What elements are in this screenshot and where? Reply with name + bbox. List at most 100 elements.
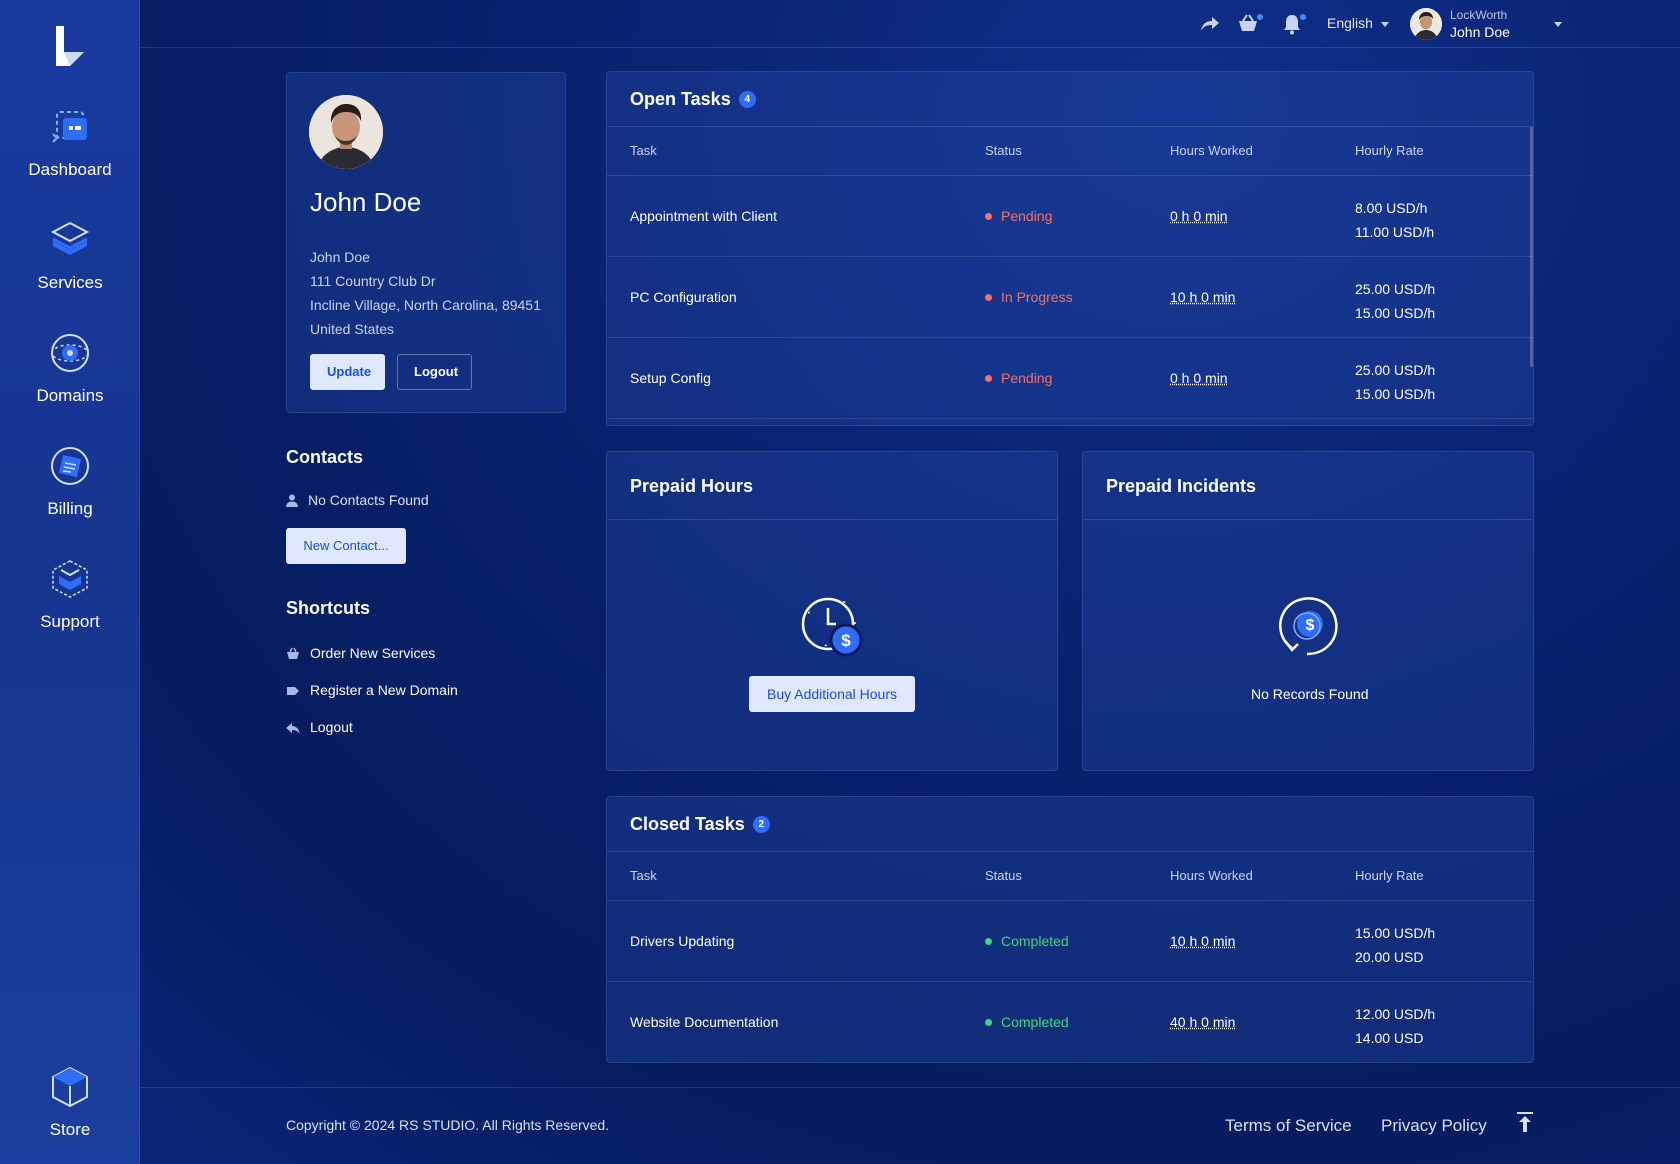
- hours-worked[interactable]: 40 h 0 min: [1170, 1014, 1235, 1030]
- task-name[interactable]: Website Documentation: [630, 1014, 778, 1030]
- status-text: Pending: [1001, 208, 1053, 224]
- prepaid-incidents-panel: Prepaid Incidents $ No Records Found: [1082, 451, 1534, 771]
- scrollbar[interactable]: [1530, 127, 1533, 367]
- basket-icon: [287, 647, 299, 659]
- sidebar-item-domains[interactable]: Domains: [0, 330, 140, 406]
- closed-tasks-header: Closed Tasks 2: [607, 797, 1533, 852]
- prepaid-hours-title: Prepaid Hours: [630, 476, 754, 496]
- column-header[interactable]: Task: [630, 143, 657, 158]
- sidebar-item-store[interactable]: Store: [0, 1064, 140, 1140]
- column-header[interactable]: Hours Worked: [1170, 868, 1253, 883]
- notification-indicator-dot: [1300, 14, 1306, 20]
- scroll-to-top-icon[interactable]: [1515, 1111, 1535, 1133]
- hourly-rate: 25.00 USD/h 15.00 USD/h: [1355, 277, 1435, 325]
- shortcut-register-domain[interactable]: Register a New Domain: [286, 682, 458, 698]
- hourly-rate: 12.00 USD/h 14.00 USD: [1355, 1002, 1435, 1050]
- hours-worked[interactable]: 0 h 0 min: [1170, 370, 1228, 386]
- status-dot: [985, 938, 992, 945]
- avatar: [309, 95, 383, 169]
- sidebar-item-services[interactable]: Services: [0, 217, 140, 293]
- logout-button[interactable]: Logout: [397, 354, 472, 390]
- prepaid-hours-panel: Prepaid Hours $ Buy Additional Hours: [606, 451, 1058, 771]
- address-line: 111 Country Club Dr: [310, 273, 436, 289]
- profile-card: John Doe John Doe 111 Country Club Dr In…: [286, 72, 566, 413]
- sidebar-item-label: Store: [49, 1120, 91, 1139]
- status-badge: In Progress: [985, 289, 1073, 305]
- status-text: Completed: [1001, 1014, 1069, 1030]
- billing-icon: [51, 447, 89, 485]
- user-name: John Doe: [1450, 24, 1510, 40]
- tag-icon: [287, 687, 299, 695]
- rate-line: 8.00 USD/h: [1355, 200, 1428, 216]
- address-line: United States: [310, 321, 395, 337]
- svg-text:$: $: [841, 631, 851, 650]
- topbar: English LockWorth John Doe: [140, 0, 1680, 48]
- shortcut-label: Register a New Domain: [310, 682, 458, 698]
- status-badge: Pending: [985, 208, 1052, 224]
- privacy-link[interactable]: Privacy Policy: [1381, 1116, 1487, 1136]
- rate-line: 11.00 USD/h: [1355, 224, 1435, 240]
- table-row[interactable]: Drivers Updating Completed 10 h 0 min 15…: [607, 901, 1533, 982]
- clock-dollar-icon: $: [801, 597, 863, 657]
- task-name[interactable]: Setup Config: [630, 370, 711, 386]
- hourly-rate: 25.00 USD/h 15.00 USD/h: [1355, 358, 1435, 406]
- user-company: LockWorth: [1450, 8, 1508, 22]
- task-name[interactable]: Drivers Updating: [630, 933, 734, 949]
- sidebar-item-label: Services: [37, 273, 103, 292]
- column-header[interactable]: Hourly Rate: [1355, 143, 1424, 158]
- avatar: [1410, 8, 1442, 40]
- count-badge: 4: [738, 91, 756, 108]
- column-header[interactable]: Hourly Rate: [1355, 868, 1424, 883]
- new-contact-button[interactable]: New Contact...: [286, 528, 406, 564]
- task-name[interactable]: PC Configuration: [630, 289, 737, 305]
- chevron-down-icon: [1554, 22, 1562, 27]
- rate-line: 15.00 USD/h: [1355, 925, 1436, 941]
- terms-link[interactable]: Terms of Service: [1225, 1116, 1352, 1136]
- table-row[interactable]: Website Documentation Completed 40 h 0 m…: [607, 982, 1533, 1062]
- table-row[interactable]: Appointment with Client Pending 0 h 0 mi…: [607, 176, 1533, 257]
- buy-hours-button[interactable]: Buy Additional Hours: [749, 676, 915, 712]
- open-tasks-title: Open Tasks 4: [630, 89, 756, 110]
- sidebar-item-billing[interactable]: Billing: [0, 443, 140, 519]
- contacts-title: Contacts: [286, 447, 364, 467]
- svg-text:$: $: [1306, 617, 1315, 634]
- task-name[interactable]: Appointment with Client: [630, 208, 777, 224]
- store-icon: [52, 1066, 88, 1108]
- table-row[interactable]: Setup Config Pending 0 h 0 min 25.00 USD…: [607, 338, 1533, 419]
- sidebar-item-label: Support: [40, 612, 100, 631]
- column-header[interactable]: Status: [985, 868, 1022, 883]
- language-selector[interactable]: English: [1327, 15, 1389, 31]
- sidebar-item-support[interactable]: Support: [0, 556, 140, 632]
- open-tasks-panel: Open Tasks 4 Task Status Hours Worked Hou…: [606, 71, 1534, 426]
- contacts-empty-text: No Contacts Found: [308, 492, 429, 508]
- sidebar-item-label: Dashboard: [28, 160, 112, 179]
- hourly-rate: 8.00 USD/h 11.00 USD/h: [1355, 196, 1434, 244]
- open-tasks-title-text: Open Tasks: [630, 89, 731, 109]
- rate-line: 20.00 USD: [1355, 949, 1424, 965]
- support-icon: [52, 560, 88, 598]
- column-header[interactable]: Status: [985, 143, 1022, 158]
- rate-line: 14.00 USD: [1355, 1030, 1424, 1046]
- update-button[interactable]: Update: [310, 354, 385, 390]
- hours-worked[interactable]: 0 h 0 min: [1170, 208, 1228, 224]
- column-header[interactable]: Task: [630, 868, 657, 883]
- status-badge: Completed: [985, 1014, 1069, 1030]
- shortcuts-title: Shortcuts: [286, 598, 371, 618]
- footer: Copyright © 2024 RS STUDIO. All Rights R…: [140, 1087, 1680, 1164]
- rate-line: 15.00 USD/h: [1355, 386, 1436, 402]
- sidebar-item-dashboard[interactable]: Dashboard: [0, 104, 140, 180]
- brand-logo[interactable]: [48, 22, 92, 68]
- hours-worked[interactable]: 10 h 0 min: [1170, 289, 1235, 305]
- shortcut-logout[interactable]: Logout: [286, 719, 353, 735]
- status-badge: Pending: [985, 370, 1052, 386]
- no-records-text: No Records Found: [1251, 686, 1369, 702]
- status-dot: [985, 294, 992, 301]
- closed-tasks-title: Closed Tasks 2: [630, 814, 770, 835]
- chevron-down-icon: [1380, 21, 1389, 27]
- shortcut-order-services[interactable]: Order New Services: [286, 645, 435, 661]
- share-icon[interactable]: [1198, 12, 1222, 36]
- column-header[interactable]: Hours Worked: [1170, 143, 1253, 158]
- status-dot: [985, 1019, 992, 1026]
- table-row[interactable]: PC Configuration In Progress 10 h 0 min …: [607, 257, 1533, 338]
- hours-worked[interactable]: 10 h 0 min: [1170, 933, 1235, 949]
